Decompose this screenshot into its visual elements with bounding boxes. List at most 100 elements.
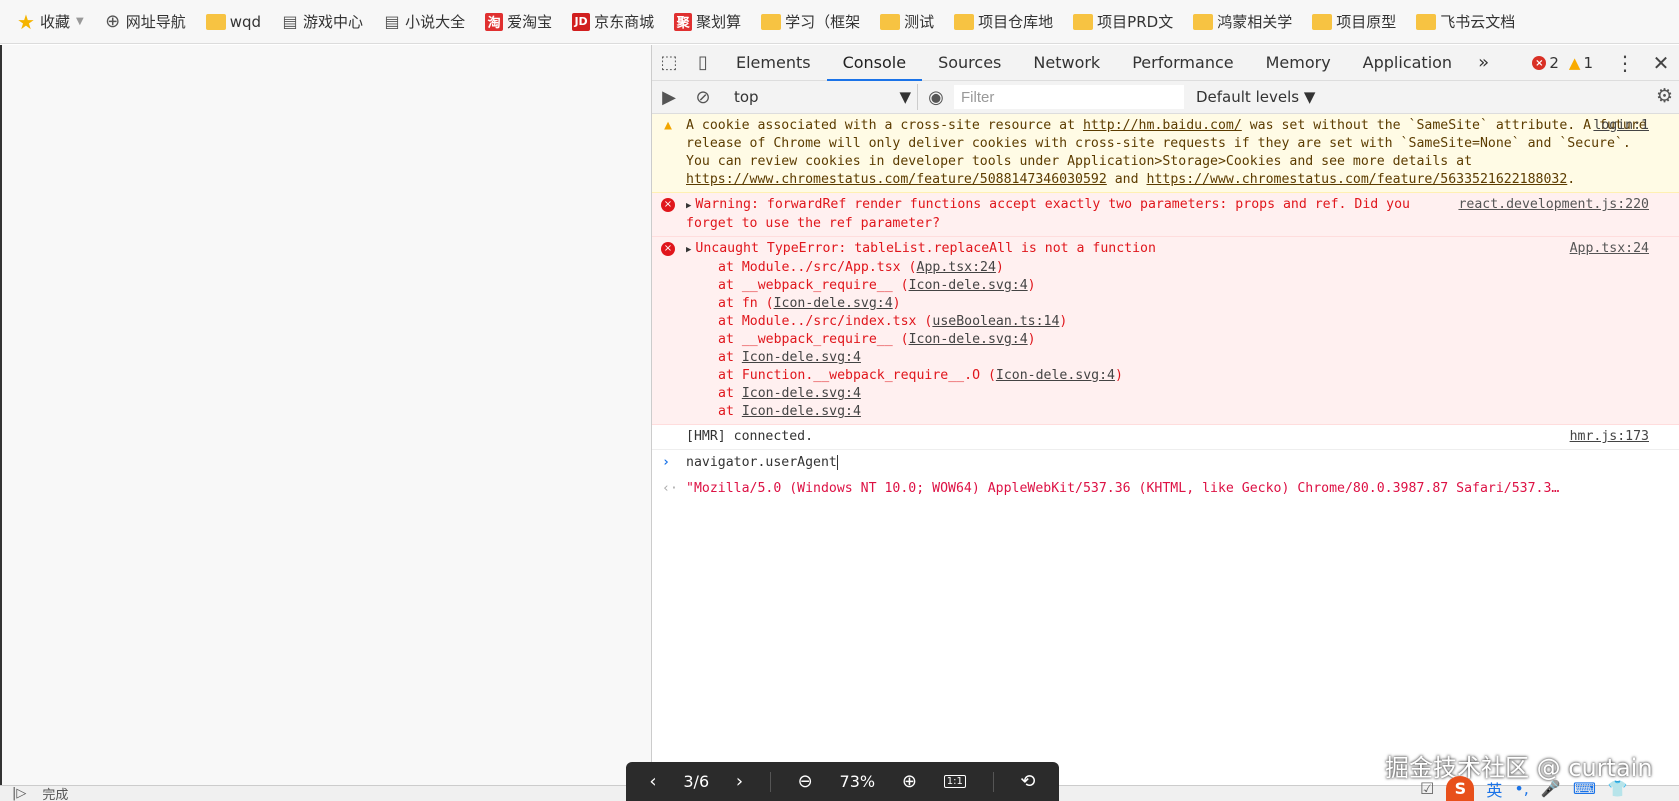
message-source-link[interactable]: react.development.js:220	[1458, 196, 1649, 214]
console-error-message[interactable]: × ▶ Warning: forwardRef render functions …	[652, 193, 1679, 237]
toolbar-divider	[769, 771, 771, 792]
tab-elements[interactable]: Elements	[720, 45, 827, 81]
stack-frame-link[interactable]: Icon-dele.svg:4	[996, 368, 1115, 383]
tab-performance[interactable]: Performance	[1116, 45, 1249, 81]
device-toolbar-icon[interactable]: ▯	[686, 46, 720, 80]
bookmark-label: 飞书云文档	[1440, 13, 1516, 31]
error-icon: ×	[661, 242, 675, 256]
stack-frame-link[interactable]: useBoolean.ts:14	[932, 314, 1059, 329]
bookmark-item[interactable]: ★ 收藏 ▼	[16, 9, 84, 34]
console-input-text[interactable]: navigator.userAgent	[686, 455, 837, 470]
filter-input[interactable]	[954, 85, 1184, 109]
inspect-element-icon[interactable]: ⬚	[652, 46, 686, 80]
microphone-icon[interactable]: 🎤	[1541, 779, 1561, 798]
tab-network[interactable]: Network	[1017, 45, 1116, 81]
stack-frame-text: )	[1027, 278, 1036, 293]
more-tabs-button[interactable]: »	[1468, 52, 1499, 73]
skin-icon[interactable]: 👕	[1608, 779, 1628, 798]
expand-triangle-icon[interactable]: ▶	[686, 201, 691, 211]
message-source-link[interactable]: login:1	[1593, 117, 1649, 135]
prompt-chevron-icon: ›	[662, 455, 670, 470]
console-output: ▲ A cookie associated with a cross-site …	[652, 114, 1679, 502]
bookmark-item[interactable]: ▤ 小说大全	[383, 11, 466, 32]
keyboard-icon[interactable]: ⌨	[1573, 779, 1596, 798]
stack-frame-link[interactable]: Icon-dele.svg:4	[742, 350, 861, 365]
bookmark-item[interactable]: 测试	[880, 11, 934, 32]
stack-frame-link[interactable]: Icon-dele.svg:4	[909, 332, 1028, 347]
error-stack-trace: at Module../src/App.tsx (App.tsx:24) at _…	[652, 259, 1649, 421]
prev-page-icon[interactable]: ‹	[649, 771, 656, 792]
stack-frame-text: at __webpack_require__ (	[718, 278, 909, 293]
zoom-out-icon[interactable]: ⊖	[798, 771, 813, 792]
page-indicator: 3/6	[683, 772, 710, 791]
clear-console-icon[interactable]: ⊘	[686, 80, 720, 114]
checkbox-icon[interactable]: ☑	[1420, 779, 1434, 798]
text-cursor	[836, 454, 838, 470]
console-error-message[interactable]: × ▶ Uncaught TypeError: tableList.replace…	[652, 237, 1679, 425]
stack-frame-text: at	[718, 404, 742, 419]
bookmark-item[interactable]: JD 京东商城	[572, 11, 654, 32]
live-expression-eye-icon[interactable]: ◉	[918, 87, 954, 108]
message-source-link[interactable]: App.tsx:24	[1570, 240, 1649, 258]
message-source-link[interactable]: hmr.js:173	[1570, 428, 1649, 446]
rotate-icon[interactable]: ⟲	[1020, 771, 1035, 792]
devtools-tabbar: ⬚ ▯ Elements Console Sources Network Perform…	[652, 45, 1679, 81]
tab-sources[interactable]: Sources	[922, 45, 1017, 81]
bookmark-item[interactable]: 聚聚划算	[674, 11, 741, 32]
bookmark-item[interactable]: 项目PRD文	[1073, 11, 1173, 32]
tab-memory[interactable]: Memory	[1250, 45, 1347, 81]
bookmark-item[interactable]: ⊕ 网址导航	[104, 11, 186, 32]
tab-application[interactable]: Application	[1347, 45, 1468, 81]
kebab-menu-icon[interactable]: ⋮	[1607, 51, 1643, 75]
error-icon: ×	[661, 198, 675, 212]
bookmark-item[interactable]: 飞书云文档	[1416, 11, 1515, 32]
issue-counter[interactable]: × 2 ▲ 1	[1532, 54, 1593, 72]
sidebar-toggle-icon[interactable]: ▶	[652, 80, 686, 114]
bookmark-item[interactable]: 项目原型	[1312, 11, 1396, 32]
stack-frame-link[interactable]: Icon-dele.svg:4	[742, 404, 861, 419]
bookmark-label: wqd	[229, 12, 262, 31]
bookmark-item[interactable]: 鸿蒙相关学	[1193, 11, 1292, 32]
stack-frame-link[interactable]: Icon-dele.svg:4	[742, 386, 861, 401]
bookmark-item[interactable]: 学习（框架	[761, 11, 860, 32]
bookmark-item[interactable]: 项目仓库地	[954, 11, 1053, 32]
stack-frame: at __webpack_require__ (Icon-dele.svg:4)	[684, 331, 1649, 349]
warning-link-chromestatus-2[interactable]: https://www.chromestatus.com/feature/563…	[1147, 172, 1568, 187]
error-count: 2	[1549, 54, 1559, 72]
stack-frame-link[interactable]: Icon-dele.svg:4	[909, 278, 1028, 293]
star-icon: ★	[17, 9, 35, 34]
bookmark-label: 小说大全	[405, 13, 466, 31]
log-text: [HMR] connected.	[686, 429, 814, 444]
close-icon[interactable]: ✕	[1643, 51, 1679, 75]
doc-icon: ▤	[282, 12, 298, 31]
bookmark-label: 学习（框架	[785, 13, 861, 31]
bookmark-item[interactable]: wqd	[205, 12, 262, 31]
warning-link-chromestatus-1[interactable]: https://www.chromestatus.com/feature/508…	[686, 172, 1107, 187]
stack-frame-text: at __webpack_require__ (	[718, 332, 909, 347]
console-input-line[interactable]: › navigator.userAgent	[652, 450, 1679, 476]
stack-frame-link[interactable]: Icon-dele.svg:4	[774, 296, 893, 311]
zoom-in-icon[interactable]: ⊕	[902, 771, 917, 792]
status-panel-icon[interactable]: |▷	[12, 786, 26, 801]
warning-icon: ▲	[664, 118, 672, 133]
chevron-down-icon[interactable]: ▼	[76, 16, 84, 27]
gear-icon[interactable]: ⚙	[1656, 85, 1673, 107]
stack-frame-link[interactable]: App.tsx:24	[917, 260, 996, 275]
log-levels-dropdown[interactable]: Default levels ▼	[1196, 88, 1315, 106]
warning-link-baidu[interactable]: http://hm.baidu.com/	[1083, 118, 1242, 133]
expand-triangle-icon[interactable]: ▶	[686, 245, 691, 255]
next-page-icon[interactable]: ›	[736, 771, 743, 792]
context-select[interactable]: top ▼	[728, 84, 918, 110]
ime-language-label[interactable]: 英	[1486, 777, 1502, 801]
warning-text: and	[1106, 172, 1147, 187]
tab-console[interactable]: Console	[826, 45, 923, 81]
bookmarks-bar: ★ 收藏 ▼ ⊕ 网址导航 wqd ▤ 游戏中心 ▤ 小说大全淘爱淘宝 JD 京东商城聚聚划算 学习（框…	[0, 0, 1679, 44]
bookmark-label: 网址导航	[125, 13, 186, 31]
sogou-ime-icon[interactable]: S	[1446, 776, 1475, 801]
status-text: 完成	[42, 788, 69, 801]
bookmark-item[interactable]: 淘爱淘宝	[485, 11, 552, 32]
bookmark-item[interactable]: ▤ 游戏中心	[281, 11, 363, 32]
juhuasuan-icon: 聚	[674, 12, 693, 31]
actual-size-button[interactable]: 1:1	[943, 775, 966, 788]
punctuation-icon[interactable]: •,	[1514, 779, 1529, 798]
